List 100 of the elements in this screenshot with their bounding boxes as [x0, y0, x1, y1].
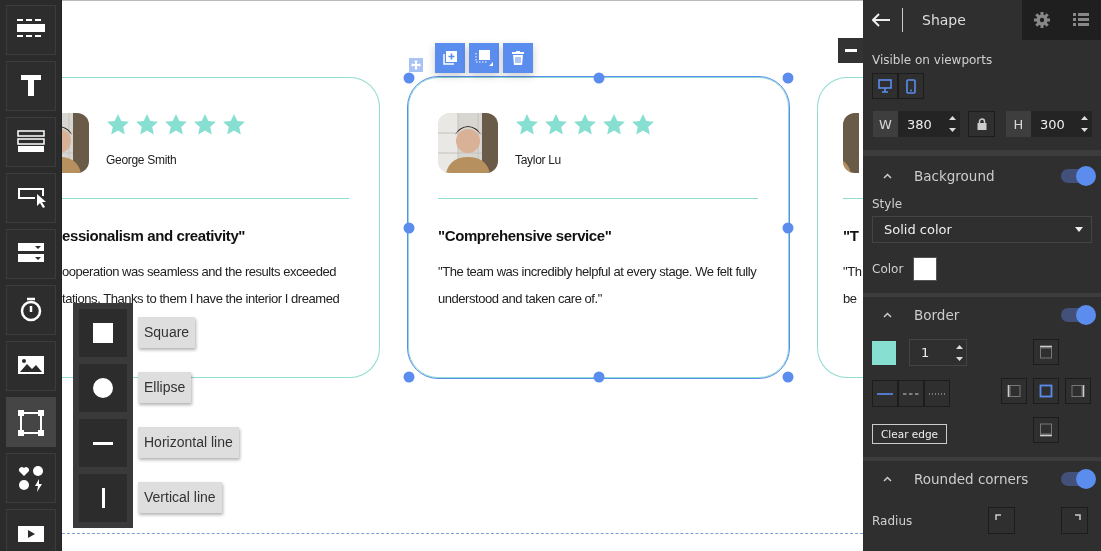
panel-title: Shape	[922, 12, 966, 28]
corner-button[interactable]	[1061, 507, 1088, 534]
tool-button[interactable]	[5, 229, 56, 279]
square-icon	[93, 323, 113, 343]
layer-icon	[475, 50, 493, 66]
field-label: H	[1006, 111, 1031, 137]
chevron-up-icon	[883, 312, 892, 318]
desktop-icon	[878, 79, 892, 93]
layers-button[interactable]	[1073, 13, 1090, 27]
review-title: "Comprehensive service"	[438, 226, 613, 246]
review-title: "T	[843, 226, 860, 246]
field-label: Radius	[872, 513, 914, 528]
shape-tooltip: Vertical line	[138, 482, 222, 513]
chevron-up-icon	[883, 476, 892, 482]
tool-button[interactable]	[5, 117, 56, 167]
resize-handle[interactable]	[782, 371, 794, 383]
line-style-button[interactable]	[872, 380, 898, 407]
shape-tooltip: Horizontal line	[138, 427, 239, 458]
back-button[interactable]	[872, 13, 890, 27]
phone-icon	[906, 78, 916, 94]
stepper-icon	[1081, 116, 1088, 132]
lock-icon	[976, 118, 987, 130]
resize-handle[interactable]	[782, 222, 794, 233]
edge-button[interactable]	[1033, 417, 1059, 443]
move-handle[interactable]	[409, 58, 423, 72]
lock-button[interactable]	[968, 111, 995, 137]
resize-handle[interactable]	[403, 222, 415, 233]
color-swatch[interactable]	[913, 257, 938, 281]
viewport-toggle[interactable]	[898, 73, 924, 99]
color-swatch[interactable]	[872, 340, 896, 365]
horizontal-line-icon	[93, 441, 113, 445]
line-style-button[interactable]	[898, 380, 924, 407]
viewport-toggle[interactable]	[872, 73, 898, 99]
circle-icon	[93, 378, 113, 398]
review-title: essionalism and creativity"	[62, 226, 247, 246]
shape-icon	[15, 408, 46, 436]
settings-button[interactable]	[1033, 12, 1050, 28]
edge-left-icon	[1007, 384, 1021, 398]
corner-button[interactable]	[988, 507, 1015, 534]
edge-top-icon	[1039, 345, 1053, 359]
duplicate-button[interactable]	[435, 43, 465, 73]
toggle-switch[interactable]	[1061, 472, 1095, 486]
edge-bottom-icon	[1039, 423, 1053, 437]
resize-handle[interactable]	[593, 72, 604, 84]
resize-handle[interactable]	[403, 72, 415, 84]
resize-handle[interactable]	[782, 72, 794, 84]
shape-tooltip: Ellipse	[138, 372, 192, 403]
clear-edge-button[interactable]: Clear edge	[872, 424, 948, 444]
toggle-switch[interactable]	[1061, 308, 1095, 322]
field-label: Style	[872, 197, 904, 211]
edge-button[interactable]	[1033, 378, 1059, 404]
settings-icon	[1033, 12, 1050, 28]
layer-button[interactable]	[469, 43, 499, 73]
resize-handle[interactable]	[403, 371, 415, 383]
review-text: "Th	[843, 263, 863, 281]
corner-icon	[995, 514, 1001, 520]
section-label: Visible on viewports	[872, 53, 994, 67]
chevron-up-icon	[883, 173, 892, 179]
number-field[interactable]: 300	[1031, 111, 1092, 137]
edge-button[interactable]	[1001, 378, 1027, 404]
section-title: Border	[914, 307, 961, 323]
move-icon	[411, 60, 421, 70]
delete-button[interactable]	[503, 43, 533, 73]
number-field[interactable]: 380	[898, 111, 960, 137]
list-icon	[1073, 13, 1090, 27]
resize-handle[interactable]	[593, 371, 604, 383]
stepper-icon	[949, 116, 956, 132]
vertical-line-icon	[101, 488, 105, 508]
tool-button[interactable]	[5, 61, 56, 111]
duplicate-icon	[443, 51, 457, 65]
edge-button[interactable]	[1033, 339, 1059, 365]
review-text: tations. Thanks to them I have the interior I dreamed	[62, 290, 341, 308]
trash-icon	[512, 51, 524, 65]
toggle-switch[interactable]	[1061, 169, 1095, 183]
style-dropdown[interactable]: Solid color	[872, 216, 1092, 243]
reviewer-name: George Smith	[106, 153, 178, 167]
stepper-icon	[956, 344, 963, 361]
number-field[interactable]: 1	[909, 339, 967, 366]
tool-button[interactable]	[5, 285, 56, 335]
review-text: be	[843, 290, 858, 308]
edge-right-icon	[1071, 384, 1085, 398]
tool-button[interactable]	[5, 341, 56, 391]
field-label: Color	[872, 262, 904, 276]
tool-button[interactable]	[5, 397, 56, 447]
back-arrow-icon	[872, 13, 890, 27]
tool-button[interactable]	[5, 5, 56, 55]
minus-button[interactable]	[838, 38, 863, 63]
corner-icon	[1075, 514, 1081, 520]
edge-all-icon	[1039, 384, 1053, 398]
section-title: Background	[914, 168, 996, 184]
section-title: Rounded corners	[914, 471, 1030, 487]
review-text: "The team was incredibly helpful at every stage. We felt fully understood and taken care of."	[438, 263, 758, 308]
reviewer-name: Taylor Lu	[515, 153, 562, 167]
tool-button[interactable]	[5, 173, 56, 223]
minus-icon	[844, 49, 857, 52]
field-label: W	[873, 111, 898, 137]
review-text: ooperation was seamless and the results exceeded	[62, 263, 337, 281]
tool-button[interactable]	[5, 509, 56, 551]
edge-button[interactable]	[1065, 378, 1091, 404]
tool-button[interactable]	[5, 453, 56, 503]
